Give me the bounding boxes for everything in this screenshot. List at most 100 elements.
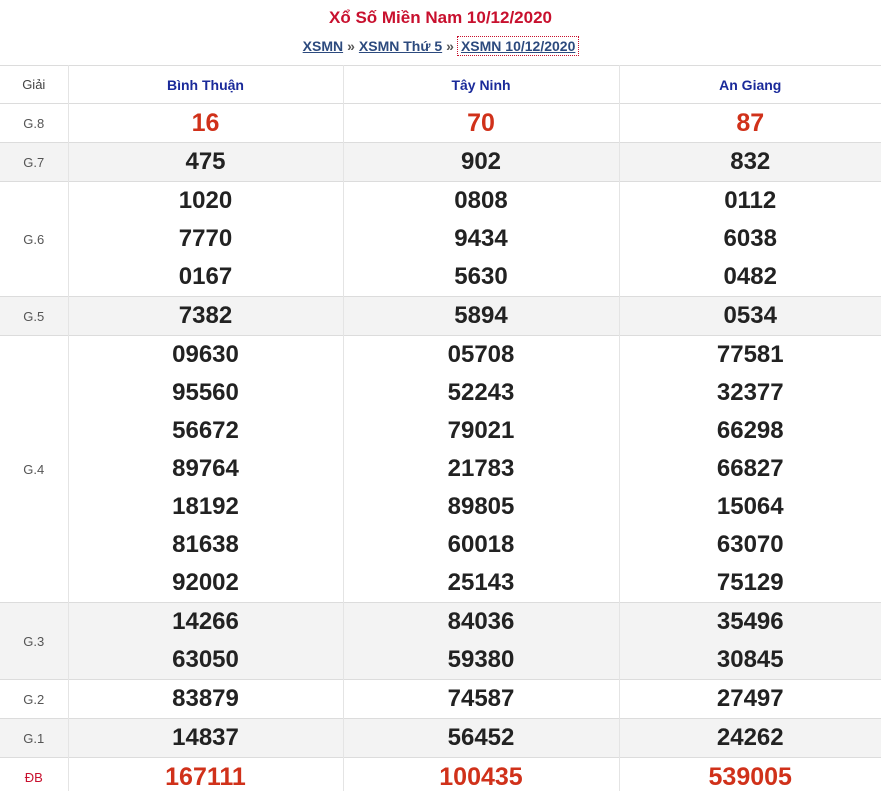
result-cell-binh-thuan: 167111 xyxy=(68,757,344,791)
result-cell-binh-thuan: 14266 63050 xyxy=(68,602,344,680)
winning-number: 59380 xyxy=(447,646,515,673)
prize-label: G.6 xyxy=(0,181,69,297)
prize-g8-row: G.8 16 70 87 xyxy=(0,103,881,143)
result-cell-an-giang: 87 xyxy=(619,103,881,143)
prize-label: G.8 xyxy=(0,103,69,143)
winning-number: 30845 xyxy=(716,646,784,673)
prize-label: G.5 xyxy=(0,296,69,336)
prize-g6-row: G.6 1020 7770 0167 0808 9434 5630 0112 6038 0482 xyxy=(0,181,881,297)
province-header-binh-thuan[interactable]: Bình Thuận xyxy=(68,65,344,104)
winning-number: 7382 xyxy=(178,302,233,329)
winning-number: 1020 xyxy=(178,187,233,214)
result-cell-tay-ninh: 70 xyxy=(343,103,620,143)
province-header-an-giang[interactable]: An Giang xyxy=(619,65,881,104)
winning-number: 77581 xyxy=(716,341,784,368)
result-cell-binh-thuan: 14837 xyxy=(68,718,344,758)
winning-number: 70 xyxy=(467,109,495,137)
winning-number: 16 xyxy=(191,109,220,137)
prize-g2-row: G.2 83879 74587 27497 xyxy=(0,679,881,719)
prize-g7-row: G.7 475 902 832 xyxy=(0,142,881,182)
winning-number: 902 xyxy=(460,148,502,175)
winning-number: 14266 xyxy=(172,608,239,635)
winning-number: 66298 xyxy=(716,417,784,444)
result-cell-binh-thuan: 1020 7770 0167 xyxy=(68,181,344,297)
prize-special-row: ĐB 167111 100435 539005 xyxy=(0,757,881,791)
result-cell-an-giang: 832 xyxy=(619,142,881,182)
winning-number: 63050 xyxy=(172,646,239,673)
result-cell-tay-ninh: 0808 9434 5630 xyxy=(343,181,620,297)
prize-label: G.7 xyxy=(0,142,69,182)
winning-number: 100435 xyxy=(439,763,523,791)
winning-number: 24262 xyxy=(716,724,784,751)
winning-number: 89805 xyxy=(447,493,515,520)
result-cell-an-giang: 77581 32377 66298 66827 15064 63070 75129 xyxy=(619,335,881,603)
prize-g4-row: G.4 09630 95560 56672 89764 18192 81638 92002 05… xyxy=(0,335,881,603)
winning-number: 66827 xyxy=(716,455,784,482)
winning-number: 0167 xyxy=(178,263,233,290)
winning-number: 52243 xyxy=(447,379,515,406)
winning-number: 35496 xyxy=(716,608,784,635)
winning-number: 7770 xyxy=(178,225,233,252)
result-cell-an-giang: 35496 30845 xyxy=(619,602,881,680)
prize-g5-row: G.5 7382 5894 0534 xyxy=(0,296,881,336)
winning-number: 81638 xyxy=(172,531,239,558)
winning-number: 09630 xyxy=(172,341,239,368)
winning-number: 832 xyxy=(730,148,771,175)
breadcrumb-link-current-date[interactable]: XSMN 10/12/2020 xyxy=(456,36,580,56)
winning-number: 6038 xyxy=(723,225,777,252)
result-cell-an-giang: 0534 xyxy=(619,296,881,336)
winning-number: 475 xyxy=(185,148,226,175)
prize-label: ĐB xyxy=(0,757,69,791)
winning-number: 539005 xyxy=(708,763,792,791)
winning-number: 27497 xyxy=(716,685,784,712)
winning-number: 0808 xyxy=(454,187,508,214)
result-cell-binh-thuan: 83879 xyxy=(68,679,344,719)
winning-number: 05708 xyxy=(447,341,515,368)
winning-number: 84036 xyxy=(447,608,515,635)
winning-number: 14837 xyxy=(172,724,239,751)
winning-number: 0482 xyxy=(723,263,777,290)
winning-number: 60018 xyxy=(447,531,515,558)
winning-number: 0534 xyxy=(723,302,777,329)
breadcrumb-link-xsmn[interactable]: XSMN xyxy=(303,38,343,54)
result-cell-tay-ninh: 74587 xyxy=(343,679,620,719)
winning-number: 9434 xyxy=(454,225,508,252)
result-cell-tay-ninh: 100435 xyxy=(343,757,620,791)
breadcrumb-separator: » xyxy=(347,38,355,54)
result-cell-tay-ninh: 84036 59380 xyxy=(343,602,620,680)
prize-label: G.2 xyxy=(0,679,69,719)
winning-number: 0112 xyxy=(724,187,777,214)
result-cell-an-giang: 24262 xyxy=(619,718,881,758)
result-cell-binh-thuan: 7382 xyxy=(68,296,344,336)
winning-number: 89764 xyxy=(172,455,239,482)
winning-number: 5630 xyxy=(454,263,508,290)
winning-number: 87 xyxy=(736,109,765,137)
breadcrumb: XSMN» XSMN Thứ 5» XSMN 10/12/2020 xyxy=(0,36,881,56)
prize-g1-row: G.1 14837 56452 24262 xyxy=(0,718,881,758)
winning-number: 83879 xyxy=(172,685,239,712)
prize-label: G.1 xyxy=(0,718,69,758)
table-header-row: Giải Bình Thuận Tây Ninh An Giang xyxy=(0,65,881,104)
winning-number: 167111 xyxy=(165,763,246,791)
result-cell-binh-thuan: 09630 95560 56672 89764 18192 81638 92002 xyxy=(68,335,344,603)
results-body: G.8 16 70 87 G.7 475 902 832 G.6 1020 7770 0167 0808… xyxy=(0,103,881,791)
winning-number: 25143 xyxy=(447,569,515,596)
prize-label: G.3 xyxy=(0,602,69,680)
winning-number: 18192 xyxy=(172,493,239,520)
winning-number: 21783 xyxy=(447,455,515,482)
result-cell-an-giang: 0112 6038 0482 xyxy=(619,181,881,297)
winning-number: 56672 xyxy=(172,417,239,444)
breadcrumb-link-xsmn-thu-5[interactable]: XSMN Thứ 5 xyxy=(359,38,442,54)
winning-number: 63070 xyxy=(716,531,784,558)
province-header-tay-ninh[interactable]: Tây Ninh xyxy=(343,65,620,104)
result-cell-tay-ninh: 05708 52243 79021 21783 89805 60018 25143 xyxy=(343,335,620,603)
result-cell-an-giang: 27497 xyxy=(619,679,881,719)
result-cell-tay-ninh: 5894 xyxy=(343,296,620,336)
winning-number: 95560 xyxy=(172,379,239,406)
prize-g3-row: G.3 14266 63050 84036 59380 35496 30845 xyxy=(0,602,881,680)
breadcrumb-separator: » xyxy=(446,38,454,54)
winning-number: 79021 xyxy=(447,417,515,444)
prize-column-header: Giải xyxy=(0,65,69,104)
winning-number: 5894 xyxy=(454,302,508,329)
result-cell-binh-thuan: 475 xyxy=(68,142,344,182)
